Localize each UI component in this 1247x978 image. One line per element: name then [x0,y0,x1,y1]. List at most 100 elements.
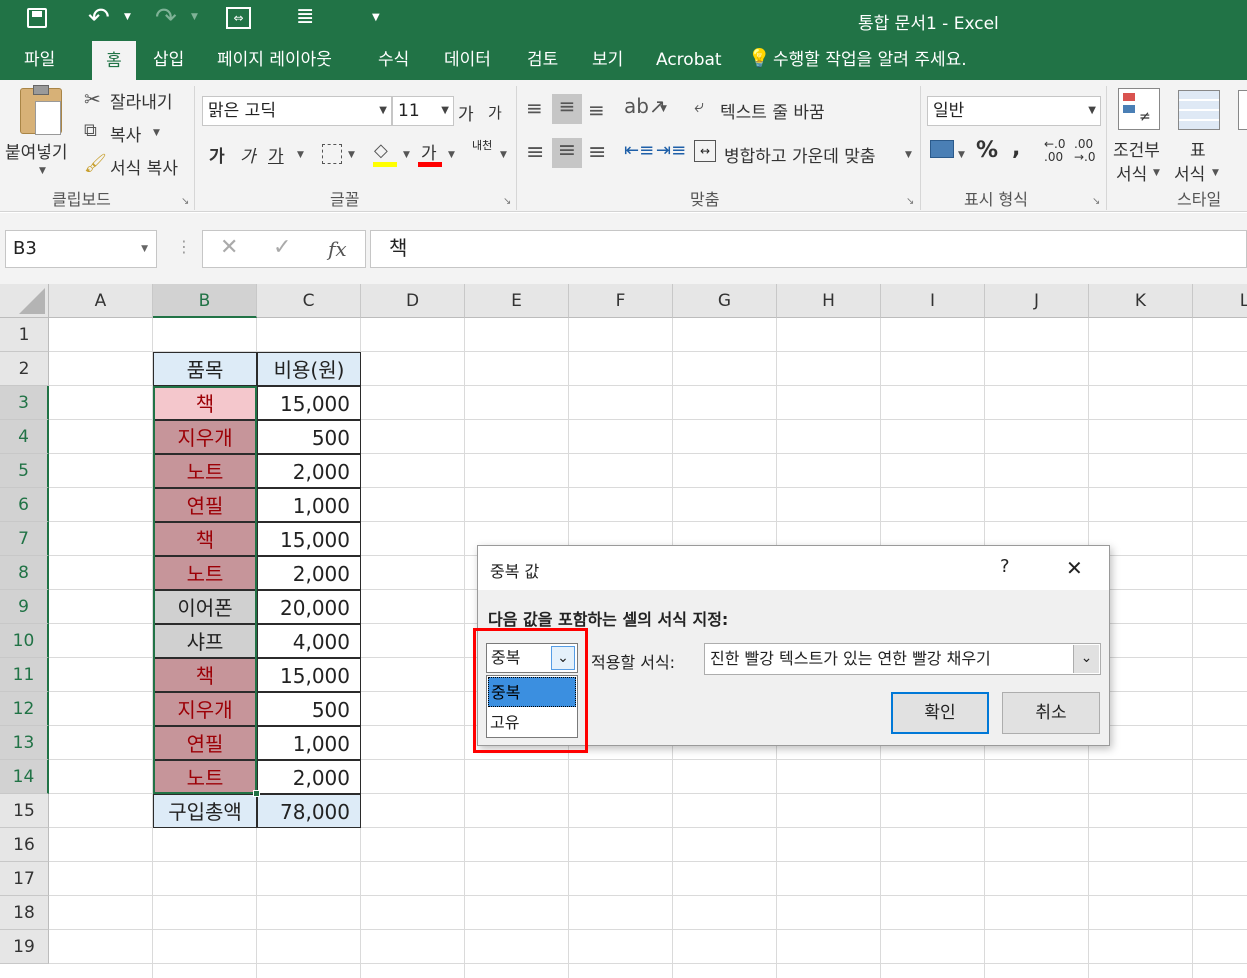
font-color-button[interactable]: 가 [421,139,437,164]
chevron-down-icon[interactable]: ⌄ [1073,645,1099,673]
column-header-i[interactable]: I [881,284,985,318]
clipboard-launcher-icon[interactable]: ↘ [181,196,189,207]
total-label-cell[interactable]: 구입총액 [153,794,257,828]
table-format-button[interactable]: 표 [1190,136,1206,161]
merge-dropdown-icon[interactable]: ▼ [905,150,912,160]
column-header-a[interactable]: A [49,284,153,318]
number-format-select[interactable]: 일반 ▼ [927,96,1101,126]
tab-page-layout[interactable]: 페이지 레이아웃 [217,40,332,80]
paste-icon[interactable] [20,85,62,135]
copy-icon[interactable]: ⧉ [84,120,97,141]
row-header-17[interactable]: 17 [0,862,49,896]
insert-function-button[interactable]: fx [328,237,347,261]
column-header-j[interactable]: J [985,284,1089,318]
format-select[interactable]: 진한 빨강 텍스트가 있는 연한 빨강 채우기 ⌄ [704,643,1101,675]
orientation-dropdown-icon[interactable]: ▼ [660,104,667,114]
align-text-icon[interactable]: ≣ [296,4,314,29]
cut-button[interactable]: 잘라내기 [110,88,173,113]
alignment-launcher-icon[interactable]: ↘ [906,196,914,207]
tab-insert[interactable]: 삽입 [153,40,184,80]
item-cost-cell[interactable]: 2,000 [257,556,361,590]
select-all-corner[interactable] [0,284,49,318]
underline-button[interactable]: 가 [268,142,284,167]
conditional-format-button[interactable]: 조건부 [1113,136,1160,161]
paste-dropdown-icon[interactable]: ▼ [39,166,46,176]
decrease-font-button[interactable]: 가 [488,102,502,123]
align-middle-icon[interactable]: ≡ [552,94,582,124]
currency-dropdown-icon[interactable]: ▼ [958,150,965,160]
row-header-19[interactable]: 19 [0,930,49,964]
row-header-12[interactable]: 12 [0,692,49,726]
item-cost-cell[interactable]: 500 [257,420,361,454]
align-center-icon[interactable]: ≡ [552,138,582,168]
tab-view[interactable]: 보기 [592,40,623,80]
save-icon[interactable] [27,8,47,28]
row-header-9[interactable]: 9 [0,590,49,624]
row-header-3[interactable]: 3 [0,386,49,420]
cut-icon[interactable]: ✂ [84,87,101,111]
table-format-button-line2[interactable]: 서식 [1174,160,1205,185]
row-header-11[interactable]: 11 [0,658,49,692]
align-top-icon[interactable]: ≡ [526,96,543,120]
conditional-format-button-line2[interactable]: 서식 [1116,160,1147,185]
item-cost-cell[interactable]: 1,000 [257,488,361,522]
number-launcher-icon[interactable]: ↘ [1092,196,1100,207]
wrap-text-button[interactable]: 텍스트 줄 바꿈 [720,98,825,123]
format-painter-icon[interactable]: 🖌 [84,153,107,174]
header-cell-item[interactable]: 품목 [153,352,257,386]
column-header-f[interactable]: F [569,284,673,318]
undo-dropdown-icon[interactable]: ▼ [124,12,131,22]
item-cost-cell[interactable]: 15,000 [257,386,361,420]
increase-indent-icon[interactable]: ⇥≡ [656,140,686,161]
tab-acrobat[interactable]: Acrobat [656,40,722,80]
fill-color-icon[interactable]: ◇ [374,140,388,161]
row-header-15[interactable]: 15 [0,794,49,828]
row-header-7[interactable]: 7 [0,522,49,556]
align-bottom-icon[interactable]: ≡ [588,98,605,122]
tab-file[interactable]: 파일 [24,40,55,80]
align-right-icon[interactable]: ≡ [588,140,606,165]
item-cost-cell[interactable]: 20,000 [257,590,361,624]
copy-button[interactable]: 복사 [110,121,141,146]
row-header-4[interactable]: 4 [0,420,49,454]
fit-width-icon[interactable]: ⇔ [226,7,251,29]
decrease-decimal-button[interactable]: .00 →.0 [1074,138,1096,164]
paste-button[interactable]: 붙여넣기 [5,138,68,163]
underline-dropdown-icon[interactable]: ▼ [297,150,304,160]
column-header-d[interactable]: D [361,284,465,318]
increase-font-button[interactable]: 가 [458,100,474,125]
item-cost-cell[interactable]: 500 [257,692,361,726]
conditional-format-icon[interactable]: ≠ [1118,88,1160,130]
font-color-dropdown-icon[interactable]: ▼ [448,150,455,160]
bold-button[interactable]: 가 [209,142,225,167]
row-header-16[interactable]: 16 [0,828,49,862]
table-dropdown-icon[interactable]: ▼ [1212,168,1219,178]
borders-dropdown-icon[interactable]: ▼ [348,150,355,160]
item-cost-cell[interactable]: 2,000 [257,760,361,794]
row-header-18[interactable]: 18 [0,896,49,930]
column-header-c[interactable]: C [257,284,361,318]
wrap-text-icon[interactable]: ⤶ [694,96,704,117]
row-header-10[interactable]: 10 [0,624,49,658]
tab-home[interactable]: 홈 [92,40,136,80]
format-painter-button[interactable]: 서식 복사 [110,154,178,179]
cancel-button[interactable]: 취소 [1002,692,1100,734]
item-cost-cell[interactable]: 1,000 [257,726,361,760]
copy-dropdown-icon[interactable]: ▼ [153,128,160,138]
total-value-cell[interactable]: 78,000 [257,794,361,828]
column-header-e[interactable]: E [465,284,569,318]
column-header-h[interactable]: H [777,284,881,318]
column-header-g[interactable]: G [673,284,777,318]
conditional-dropdown-icon[interactable]: ▼ [1153,168,1160,178]
tab-review[interactable]: 검토 [527,40,558,80]
italic-button[interactable]: 가 [240,142,256,167]
comma-button[interactable]: , [1012,136,1020,161]
tell-me-search[interactable]: 수행할 작업을 알려 주세요. [773,40,967,80]
ok-button[interactable]: 확인 [891,692,989,734]
font-family-select[interactable]: 맑은 고딕 ▼ [202,96,392,126]
tab-data[interactable]: 데이터 [444,40,491,80]
font-size-select[interactable]: 11 ▼ [392,96,454,126]
column-header-l[interactable]: L [1193,284,1247,318]
row-header-14[interactable]: 14 [0,760,49,794]
name-box[interactable]: B3 ▼ [5,230,157,268]
